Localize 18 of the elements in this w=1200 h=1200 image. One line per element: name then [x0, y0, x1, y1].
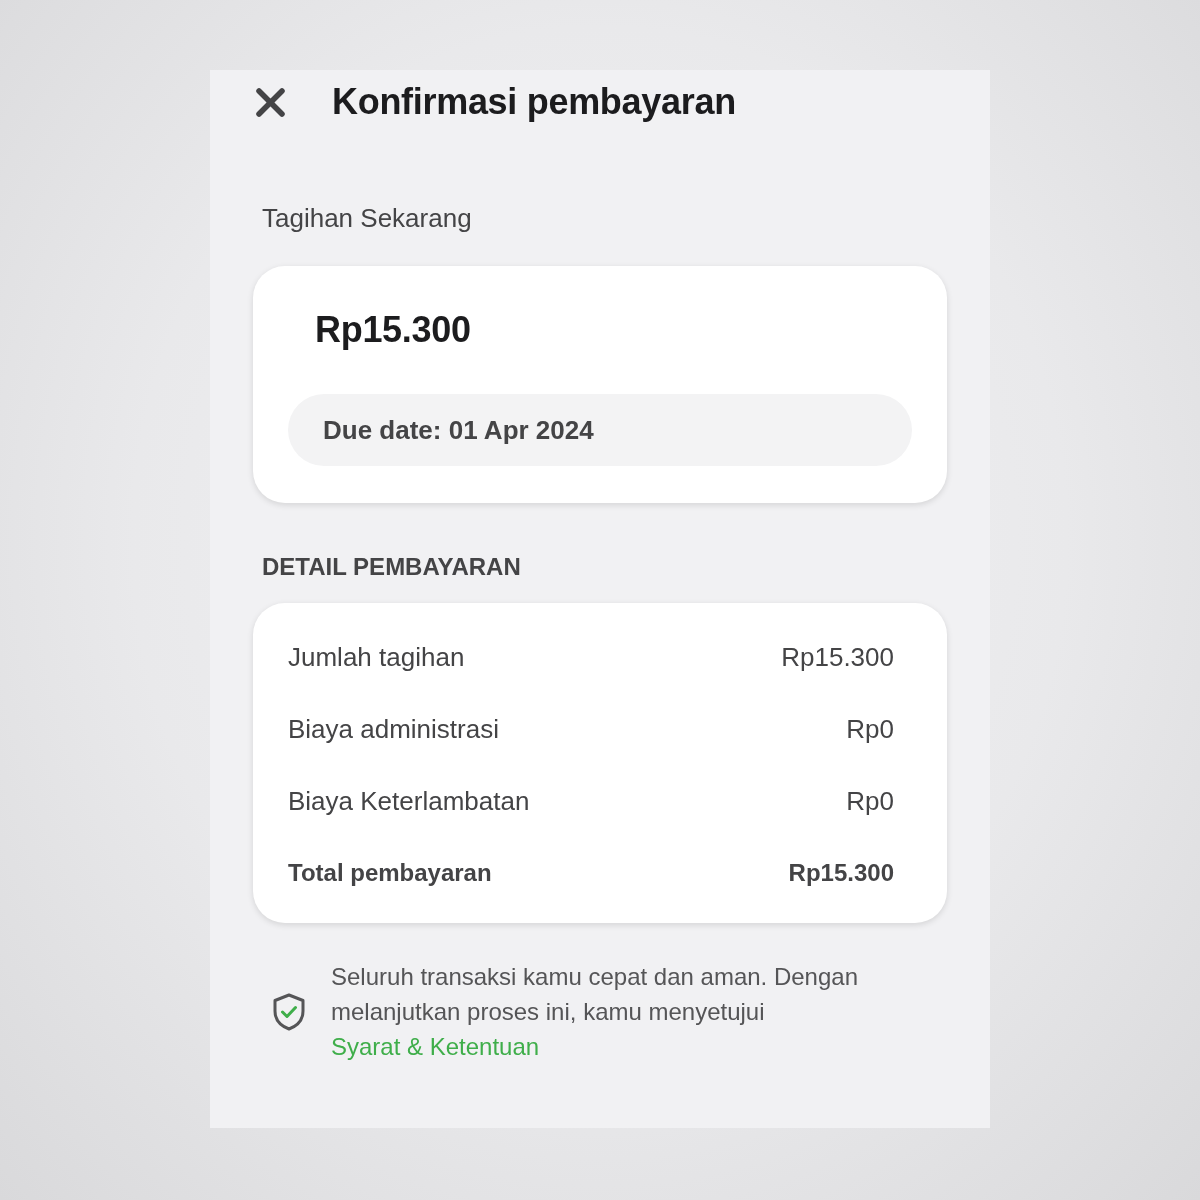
terms-link[interactable]: Syarat & Ketentuan [331, 1033, 540, 1060]
section-heading: Tagihan Sekarang [262, 202, 473, 234]
due-date-label: Due date: 01 Apr 2024 [288, 394, 912, 466]
detail-value: Rp15.300 [781, 641, 894, 673]
detail-label: Biaya administrasi [288, 713, 499, 745]
close-icon [256, 87, 285, 117]
page-title: Konfirmasi pembayaran [332, 80, 736, 124]
terms-notice: Seluruh transaksi kamu cepat dan aman. Dengan melanjutkan proses ini, kamu menyetujui Syarat & Ketentuan [331, 962, 859, 1062]
detail-value: Rp15.300 [788, 859, 894, 887]
detail-label: Total pembayaran [288, 859, 492, 887]
shield-check-icon [272, 992, 306, 1031]
detail-label: Jumlah tagihan [288, 641, 465, 673]
bill-amount: Rp15.300 [315, 308, 472, 352]
section-heading: DETAIL PEMBAYARAN [262, 552, 522, 582]
detail-value: Rp0 [846, 713, 894, 745]
detail-label: Biaya Keterlambatan [288, 785, 530, 817]
close-button[interactable] [256, 87, 285, 117]
detail-value: Rp0 [846, 785, 894, 817]
